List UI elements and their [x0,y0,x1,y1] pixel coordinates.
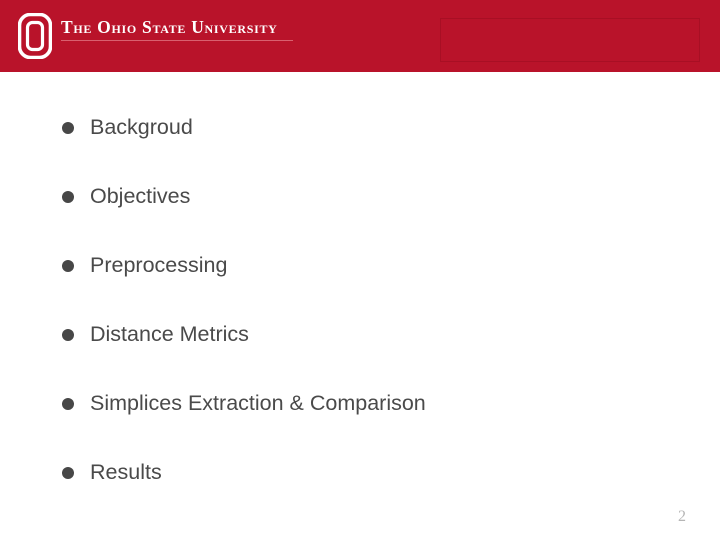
bullet-point-icon [62,466,74,479]
header-banner: The Ohio State University [0,0,720,72]
bullet-item-label: Objectives [90,183,191,208]
bullet-point-icon [62,190,74,203]
university-wordmark-text: The Ohio State University [61,17,278,37]
bullet-item-label: Distance Metrics [90,321,249,346]
list-item: Results [0,438,720,507]
bullet-point-icon [62,328,74,341]
header-placeholder-box [440,18,700,62]
university-wordmark: The Ohio State University [61,13,293,42]
ohio-state-block-o-logo-icon [18,13,52,59]
university-brand: The Ohio State University [18,13,293,59]
bullet-point-icon [62,121,74,134]
list-item: Distance Metrics [0,300,720,369]
bullet-item-label: Preprocessing [90,252,228,277]
wordmark-underline-rule [61,40,293,42]
list-item: Backgroud [0,93,720,162]
bullet-point-icon [62,259,74,272]
slide: The Ohio State University Backgroud Obje… [0,0,720,540]
agenda-bullet-list: Backgroud Objectives Preprocessing Dista… [0,93,720,507]
list-item: Objectives [0,162,720,231]
bullet-item-label: Simplices Extraction & Comparison [90,390,426,415]
bullet-item-label: Results [90,459,162,484]
list-item: Simplices Extraction & Comparison [0,369,720,438]
bullet-point-icon [62,397,74,410]
page-number: 2 [678,508,686,525]
list-item: Preprocessing [0,231,720,300]
bullet-item-label: Backgroud [90,114,193,139]
